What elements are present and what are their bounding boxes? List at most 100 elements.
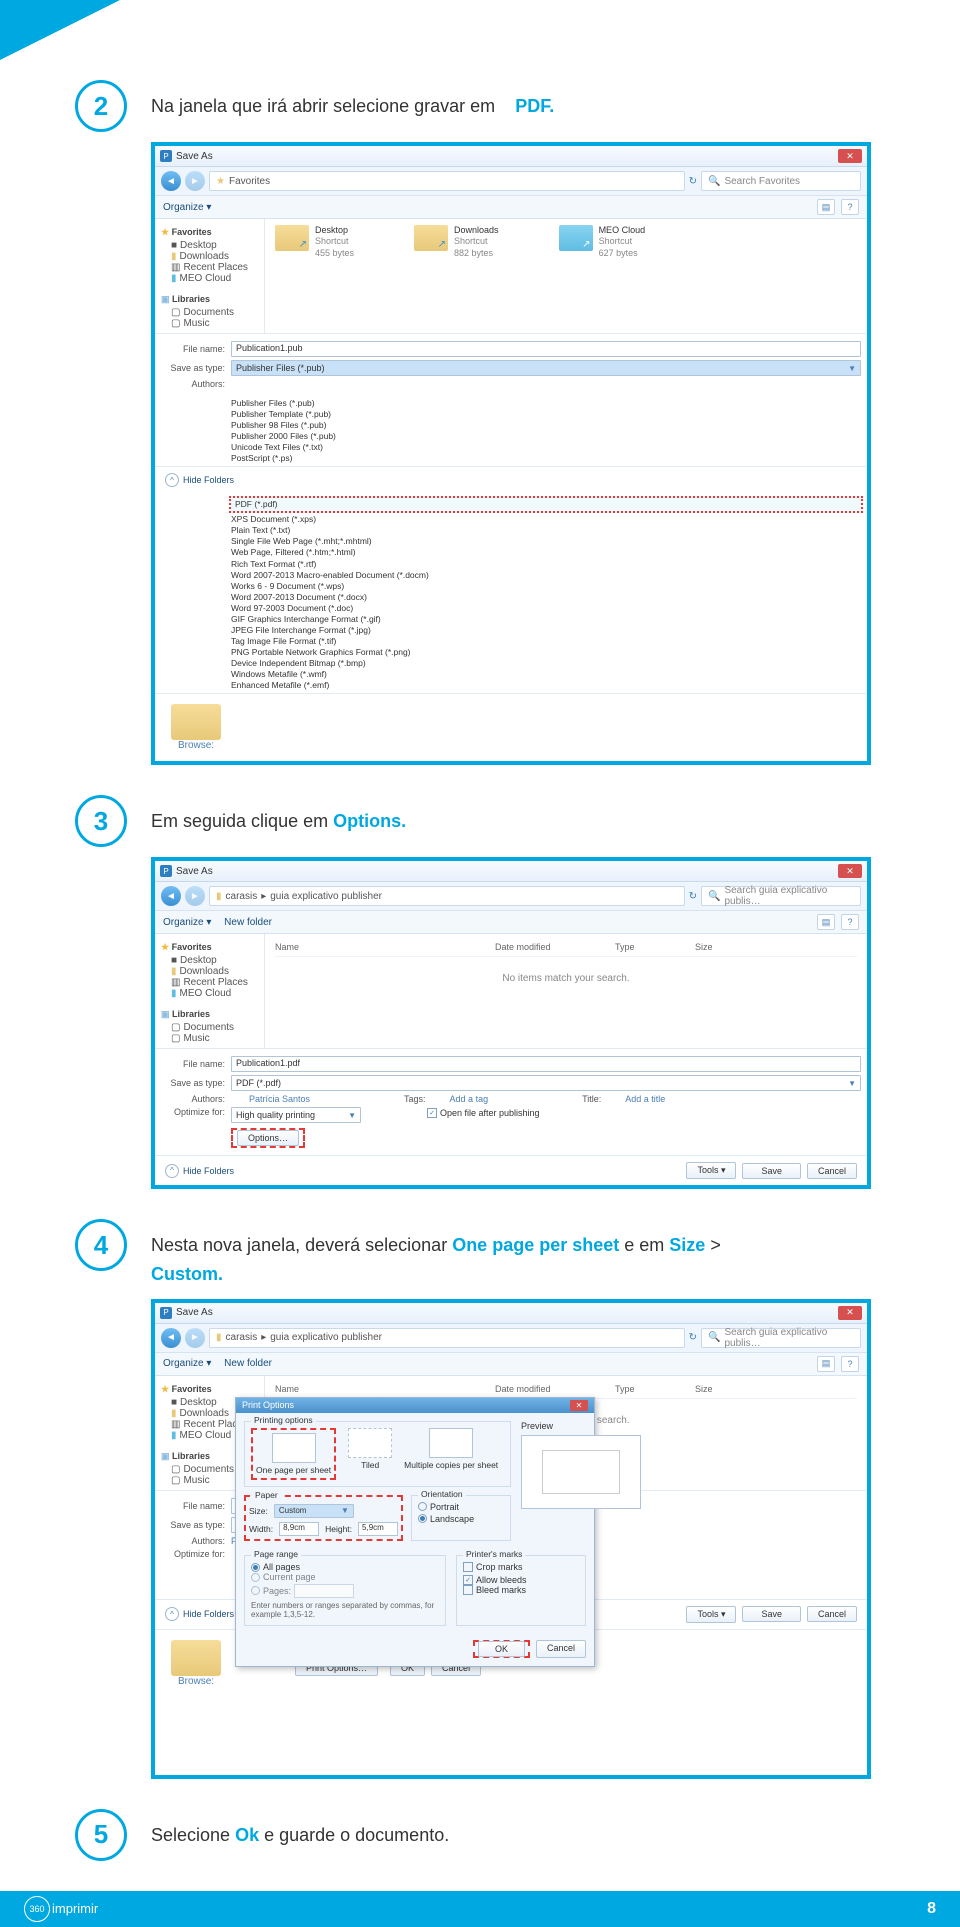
savetype-dropdown[interactable]: Publisher Files (*.pub)▼	[231, 360, 861, 376]
view-icon[interactable]: ▤	[817, 199, 835, 215]
open-after-checkbox[interactable]: ✓Open file after publishing	[427, 1108, 540, 1118]
breadcrumb[interactable]: ★ Favorites	[209, 171, 685, 191]
tags-value[interactable]: Add a tag	[450, 1094, 489, 1104]
tools-menu[interactable]: Tools ▾	[686, 1606, 736, 1623]
help-icon[interactable]: ?	[841, 199, 859, 215]
close-icon[interactable]: ✕	[838, 864, 862, 878]
sidebar-item-recent[interactable]: ▥ Recent Places	[155, 977, 264, 988]
pages-radio[interactable]: Pages:	[251, 1584, 354, 1598]
back-button[interactable]: ◄	[161, 1328, 181, 1348]
width-input[interactable]: 8,9cm	[279, 1522, 319, 1536]
page-number: 8	[927, 1900, 936, 1918]
tile-desktop[interactable]: ↗ DesktopShortcut455 bytes	[275, 225, 354, 259]
bleed-marks-checkbox[interactable]: Bleed marks	[463, 1585, 526, 1595]
sidebar-item-desktop[interactable]: ■ Desktop	[155, 955, 264, 966]
organize-menu[interactable]: Organize ▾	[163, 202, 211, 213]
savetype-dropdown-list[interactable]: Publisher Files (*.pub) Publisher Templa…	[225, 396, 867, 466]
sidebar-item-downloads[interactable]: ▮ Downloads	[155, 966, 264, 977]
sidebar-item-meo[interactable]: ▮ MEO Cloud	[155, 273, 264, 284]
filename-input[interactable]: Publication1.pub	[231, 341, 861, 357]
tile-meo[interactable]: ↗ MEO CloudShortcut627 bytes	[559, 225, 646, 259]
allow-bleeds-checkbox[interactable]: ✓Allow bleeds	[463, 1575, 527, 1585]
height-input[interactable]: 5,9cm	[358, 1522, 398, 1536]
chevron-up-icon[interactable]: ^	[165, 1607, 179, 1621]
save-button[interactable]: Save	[742, 1606, 801, 1622]
step-4-row: 4 Nesta nova janela, deverá selecionar O…	[75, 1219, 960, 1289]
new-folder-button[interactable]: New folder	[224, 1358, 272, 1369]
close-icon[interactable]: ✕	[570, 1400, 588, 1411]
size-dropdown[interactable]: Custom▼	[274, 1504, 354, 1518]
forward-button[interactable]: ►	[185, 1328, 205, 1348]
cancel-button[interactable]: Cancel	[536, 1640, 586, 1658]
organize-menu[interactable]: Organize ▾	[163, 1358, 211, 1369]
sidebar-item-music[interactable]: ▢ Music	[155, 318, 264, 329]
tiled-option[interactable]: Tiled	[348, 1428, 392, 1480]
breadcrumb[interactable]: ▮ carasis ▸ guia explicativo publisher	[209, 886, 685, 906]
hide-folders-link[interactable]: Hide Folders	[183, 1166, 234, 1176]
savetype-dropdown-list-overflow[interactable]: PDF (*.pdf) XPS Document (*.xps) Plain T…	[225, 493, 867, 693]
view-icon[interactable]: ▤	[817, 1356, 835, 1372]
tools-menu[interactable]: Tools ▾	[686, 1162, 736, 1179]
save-button[interactable]: Save	[742, 1163, 801, 1179]
filename-input[interactable]: Publication1.pdf	[231, 1056, 861, 1072]
landscape-radio[interactable]: Landscape	[418, 1514, 474, 1524]
search-input[interactable]: 🔍 Search Favorites	[701, 171, 861, 191]
hide-folders-link[interactable]: Hide Folders	[183, 475, 234, 485]
back-button[interactable]: ◄	[161, 171, 181, 191]
all-pages-radio[interactable]: All pages	[251, 1562, 300, 1572]
page-footer: 360imprimir 8	[0, 1891, 960, 1927]
chevron-up-icon[interactable]: ^	[165, 473, 179, 487]
savetype-dropdown[interactable]: PDF (*.pdf)▼	[231, 1075, 861, 1091]
search-input[interactable]: 🔍 Search guia explicativo publis…	[701, 886, 861, 906]
pdf-option-highlighted[interactable]: PDF (*.pdf)	[233, 498, 859, 511]
optimize-dropdown[interactable]: High quality printing▼	[231, 1107, 361, 1123]
sidebar-item-documents[interactable]: ▢ Documents	[155, 1022, 264, 1033]
organize-menu[interactable]: Organize ▾	[163, 917, 211, 928]
save-as-dialog-step2: P Save As ✕ ◄ ► ★ Favorites ↻ 🔍 Search F…	[151, 142, 871, 765]
sidebar-item-music[interactable]: ▢ Music	[155, 1033, 264, 1044]
portrait-radio[interactable]: Portrait	[418, 1502, 459, 1512]
sidebar-item-desktop[interactable]: ■ Desktop	[155, 240, 264, 251]
options-button[interactable]: Options…	[237, 1130, 299, 1146]
sidebar-item-meo[interactable]: ▮ MEO Cloud	[155, 988, 264, 999]
refresh-icon[interactable]: ↻	[689, 891, 697, 902]
title-value[interactable]: Add a title	[625, 1094, 665, 1104]
current-page-radio[interactable]: Current page	[251, 1572, 316, 1582]
tile-downloads[interactable]: ↗ DownloadsShortcut882 bytes	[414, 225, 499, 259]
forward-button[interactable]: ►	[185, 886, 205, 906]
browse-folder-icon[interactable]	[171, 1640, 221, 1676]
browse-label: Browse:	[171, 1676, 221, 1687]
multiple-copies-option[interactable]: Multiple copies per sheet	[404, 1428, 498, 1480]
back-button[interactable]: ◄	[161, 886, 181, 906]
one-page-option-highlighted: One page per sheet	[251, 1428, 336, 1480]
sidebar-item-recent[interactable]: ▥ Recent Places	[155, 262, 264, 273]
decorative-corner	[0, 0, 120, 60]
help-icon[interactable]: ?	[841, 914, 859, 930]
new-folder-button[interactable]: New folder	[224, 917, 272, 928]
one-page-per-sheet-option[interactable]: One page per sheet	[256, 1433, 331, 1475]
save-as-dialog-step3: P Save As ✕ ◄ ► ▮ carasis ▸ guia explica…	[151, 857, 871, 1189]
crop-marks-checkbox[interactable]: Crop marks	[463, 1562, 523, 1572]
sidebar-item-documents[interactable]: ▢ Documents	[155, 307, 264, 318]
refresh-icon[interactable]: ↻	[689, 1332, 697, 1343]
view-icon[interactable]: ▤	[817, 914, 835, 930]
browse-folder-icon[interactable]	[171, 704, 221, 740]
ok-button[interactable]: OK	[478, 1641, 525, 1657]
refresh-icon[interactable]: ↻	[689, 176, 697, 187]
chevron-up-icon[interactable]: ^	[165, 1164, 179, 1178]
cancel-button[interactable]: Cancel	[807, 1163, 857, 1179]
forward-button[interactable]: ►	[185, 171, 205, 191]
authors-value[interactable]: Patrícia Santos	[249, 1094, 310, 1104]
file-list-area: ↗ DesktopShortcut455 bytes ↗ DownloadsSh…	[265, 219, 867, 333]
close-icon[interactable]: ✕	[838, 149, 862, 163]
step-number-3: 3	[75, 795, 127, 847]
help-icon[interactable]: ?	[841, 1356, 859, 1372]
close-icon[interactable]: ✕	[838, 1306, 862, 1320]
cancel-button[interactable]: Cancel	[807, 1606, 857, 1622]
search-input[interactable]: 🔍 Search guia explicativo publis…	[701, 1328, 861, 1348]
sidebar-nav: ★ Favorites ■ Desktop ▮ Downloads ▥ Rece…	[155, 934, 265, 1048]
breadcrumb[interactable]: ▮ carasis ▸ guia explicativo publisher	[209, 1328, 685, 1348]
hide-folders-link[interactable]: Hide Folders	[183, 1609, 234, 1619]
sidebar-item-downloads[interactable]: ▮ Downloads	[155, 251, 264, 262]
file-list-area: Name Date modified Type Size No items ma…	[265, 934, 867, 1048]
